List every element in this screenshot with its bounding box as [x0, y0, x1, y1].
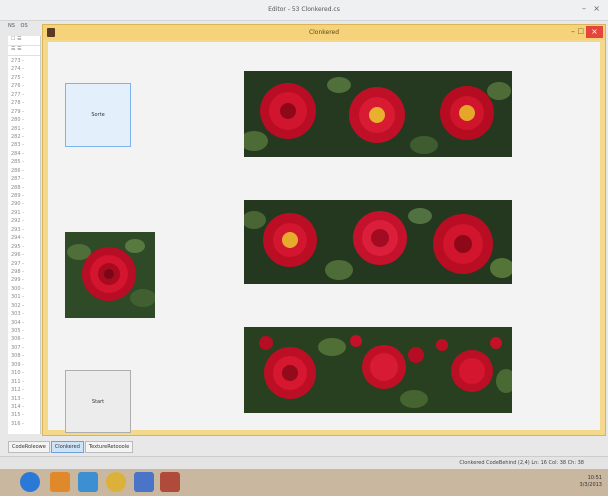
line-number: 305 - [11, 328, 24, 334]
line-number: 311 - [11, 378, 24, 385]
clock-date: 3/3/2013 [579, 482, 602, 488]
tab-textureretooole[interactable]: TextureRetooole [84, 441, 134, 453]
single-rose-picture [65, 232, 155, 318]
line-number: 273 - [11, 58, 24, 64]
ie-icon[interactable] [20, 472, 40, 492]
line-number: 310 - [11, 370, 24, 377]
gutter-toolbar-row[interactable]: ☰ ☰ [8, 46, 40, 56]
line-number: 303 - [11, 311, 24, 318]
line-number: 307 - [11, 344, 24, 351]
code-gutter: ☐ ☰ ☰ ☰ 273 - 274 -275 - 276 -277 - 278 -27… [8, 36, 41, 434]
line-number: 314 - [11, 403, 24, 410]
line-number: 280 - [11, 117, 24, 124]
left-tab-strip: NS OS [8, 23, 38, 35]
line-number: 293 - [11, 226, 24, 233]
line-number: 286 - [11, 167, 24, 174]
rose-strip-image [244, 327, 512, 413]
rose-strip-image [244, 71, 512, 157]
tab-clonkered[interactable]: Clonkered [50, 441, 84, 453]
line-number: 302 - [11, 302, 24, 309]
clock-time: 10:51 [587, 475, 602, 481]
line-number: 277 - [11, 91, 24, 98]
line-number: 298 - [11, 268, 24, 275]
line-number: 294 - [11, 235, 24, 242]
rose-image [65, 232, 155, 318]
gutter-toolbar-row[interactable]: ☐ ☰ [8, 36, 40, 46]
line-number: 296 - [11, 252, 24, 259]
line-number: 281 - [11, 125, 24, 132]
line-number-list: 273 - 274 -275 - 276 -277 - 278 -279 - 280 -… [8, 56, 40, 428]
line-number: 295 - [11, 243, 24, 250]
status-text: Clonkered CodeBehind (2,4) Ln: 16 Col: 3… [459, 460, 584, 466]
form-minimize-button[interactable]: – [571, 27, 575, 36]
line-number: 282 - [11, 133, 24, 140]
status-bar: Clonkered CodeBehind (2,4) Ln: 16 Col: 3… [0, 456, 608, 469]
line-number: 299 - [11, 277, 24, 284]
line-number: 283 - [11, 142, 24, 149]
left-tab-ns[interactable]: NS [8, 23, 15, 29]
line-number: 306 - [11, 336, 24, 343]
outer-title-bar: Editor - 53 Clonkered.cs – × [0, 0, 608, 21]
form-client-area: Sorte Start [48, 42, 600, 433]
form-title-bar[interactable]: Clonkered – □ × [43, 25, 605, 40]
line-number: 279 - [11, 108, 24, 115]
line-number: 290 - [11, 201, 24, 208]
line-number: 308 - [11, 353, 24, 360]
rose-strip-image [244, 200, 512, 284]
sort-button[interactable]: Sorte [65, 83, 131, 147]
line-number: 291 - [11, 209, 24, 216]
line-number: 274 - [11, 66, 24, 73]
line-number: 312 - [11, 387, 24, 394]
line-number: 316 - [11, 420, 24, 427]
media-icon[interactable] [50, 472, 70, 492]
rose-strip-3 [244, 327, 512, 413]
line-number: 276 - [11, 83, 24, 90]
outer-window-title: Editor - 53 Clonkered.cs [268, 6, 340, 13]
line-number: 287 - [11, 176, 24, 183]
line-number: 304 - [11, 319, 24, 326]
visual-studio-icon[interactable] [160, 472, 180, 492]
document-tab-strip: CodeRoleowe Clonkered TextureRetooole [8, 441, 134, 454]
line-number: 301 - [11, 294, 24, 301]
line-number: 313 - [11, 395, 24, 402]
taskbar: 10:51 3/3/2013 [0, 469, 608, 496]
rose-strip-1 [244, 71, 512, 157]
line-number: 292 - [11, 218, 24, 225]
line-number: 309 - [11, 361, 24, 368]
left-tab-os[interactable]: OS [21, 23, 28, 29]
outer-close-button[interactable]: × [593, 4, 600, 13]
line-number: 297 - [11, 260, 24, 267]
line-number: 315 - [11, 412, 24, 419]
folder-icon[interactable] [78, 472, 98, 492]
form-maximize-button[interactable]: □ [577, 27, 584, 35]
form-title: Clonkered [308, 29, 340, 36]
line-number: 275 - [11, 74, 24, 81]
rose-strip-2 [244, 200, 512, 284]
outer-minimize-button[interactable]: – [582, 4, 586, 13]
system-tray[interactable]: 10:51 3/3/2013 [580, 475, 602, 489]
form-close-button[interactable]: × [586, 26, 603, 38]
line-number: 288 - [11, 184, 24, 191]
line-number: 285 - [11, 159, 24, 166]
line-number: 278 - [11, 100, 24, 107]
tab-coderoleowe[interactable]: CodeRoleowe [8, 441, 50, 453]
line-number: 300 - [11, 285, 24, 292]
start-button[interactable]: Start [65, 370, 131, 433]
form-designer-window: Clonkered – □ × Sorte Start [42, 24, 606, 436]
line-number: 284 - [11, 150, 24, 157]
chrome-icon[interactable] [106, 472, 126, 492]
line-number: 289 - [11, 193, 24, 199]
app-icon[interactable] [134, 472, 154, 492]
